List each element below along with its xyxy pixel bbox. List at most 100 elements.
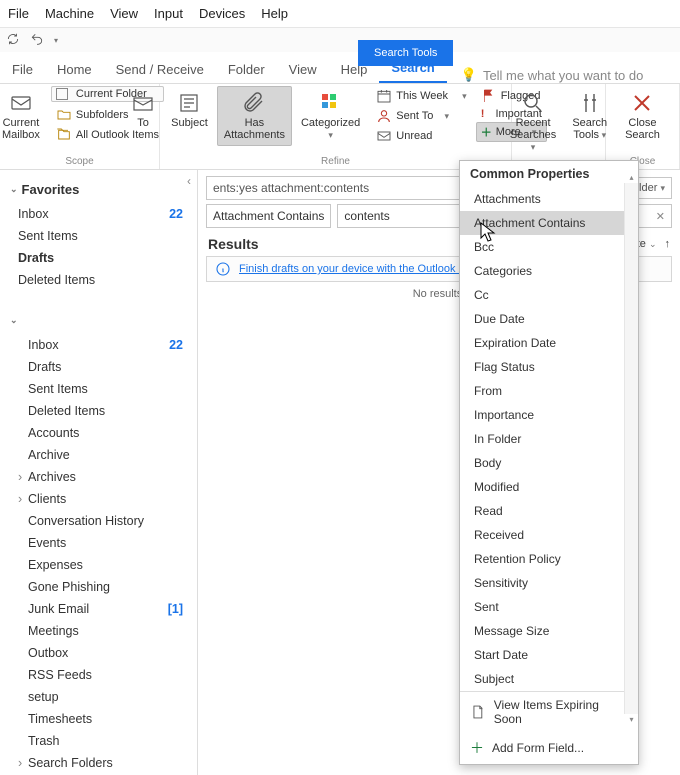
nav-favorite-item[interactable]: Deleted Items [0,269,197,291]
nav-folder-item[interactable]: Archive [0,444,197,466]
popup-property-item[interactable]: Body [460,451,638,475]
tell-me-box[interactable]: 💡 Tell me what you want to do [461,67,644,83]
popup-property-item[interactable]: Message Size [460,619,638,643]
tab-folder[interactable]: Folder [216,56,277,83]
nav-folder-item[interactable]: RSS Feeds [0,664,197,686]
nav-folder-item[interactable]: Timesheets [0,708,197,730]
nav-folder-item[interactable]: Deleted Items [0,400,197,422]
popup-property-item[interactable]: Attachments [460,187,638,211]
popup-property-item[interactable]: Categories [460,259,638,283]
recent-searches-button[interactable]: Recent Searches ▾ [503,86,563,158]
popup-property-item[interactable]: Read [460,499,638,523]
categorized-button[interactable]: Categorized▾ [294,86,367,146]
popup-property-item[interactable]: Modified [460,475,638,499]
popup-property-item[interactable]: Importance [460,403,638,427]
group-label-refine: Refine [164,156,507,169]
popup-property-item[interactable]: Flag Status [460,355,638,379]
popup-property-item[interactable]: Due Date [460,307,638,331]
info-icon [215,261,231,277]
popup-property-item[interactable]: Sensitivity [460,571,638,595]
sort-direction-button[interactable]: ↑ [665,238,671,250]
menu-input[interactable]: Input [154,6,183,21]
subject-button[interactable]: Subject [164,86,215,134]
nav-folder-item[interactable]: Junk Email[1] [0,598,197,620]
group-label-scope: Scope [4,156,155,169]
info-bar-link[interactable]: Finish drafts on your device with the Ou… [239,263,477,275]
account-header[interactable]: ⌄ [0,307,197,334]
tab-home[interactable]: Home [45,56,104,83]
popup-property-item[interactable]: From [460,379,638,403]
view-items-expiring-button[interactable]: View Items Expiring Soon [460,692,638,732]
tab-file[interactable]: File [0,56,45,83]
popup-property-item[interactable]: Bcc [460,235,638,259]
lightbulb-icon: 💡 [461,67,477,83]
results-title: Results [208,236,259,252]
menu-devices[interactable]: Devices [199,6,245,21]
mailbox-icon [9,91,33,115]
menu-view[interactable]: View [110,6,138,21]
ribbon-tabstrip: File Home Send / Receive Folder View Hel… [0,52,680,84]
sent-to-button[interactable]: Sent To ▾ [371,106,471,126]
nav-folder-item[interactable]: setup [0,686,197,708]
nav-favorite-item[interactable]: Sent Items [0,225,197,247]
nav-folder-item[interactable]: Meetings [0,620,197,642]
favorites-header[interactable]: ⌄ Favorites [0,176,197,203]
nav-folder-item[interactable]: ›Search Folders [0,752,197,774]
popup-header: Common Properties [460,161,638,187]
popup-property-item[interactable]: Received [460,523,638,547]
add-form-field-button[interactable]: ＋ Add Form Field... [460,732,638,764]
nav-folder-item[interactable]: ›Clients [0,488,197,510]
this-week-button[interactable]: This Week ▾ [371,86,471,106]
popup-property-item[interactable]: Sent [460,595,638,619]
qat-dropdown-icon[interactable]: ▾ [54,36,58,45]
collapse-pane-icon[interactable]: ‹ [187,174,191,188]
popup-property-item[interactable]: Start Date [460,643,638,667]
person-icon [376,108,392,124]
tab-send-receive[interactable]: Send / Receive [104,56,216,83]
tab-view[interactable]: View [277,56,329,83]
popup-property-item[interactable]: Expiration Date [460,331,638,355]
menu-file[interactable]: File [8,6,29,21]
nav-folder-item[interactable]: Expenses [0,554,197,576]
important-icon: ! [481,108,485,120]
nav-folder-item[interactable]: ›Archives [0,466,197,488]
tell-me-placeholder: Tell me what you want to do [483,68,643,83]
nav-folder-item[interactable]: Outbox [0,642,197,664]
to-button[interactable]: To [124,86,162,134]
unread-button[interactable]: Unread [371,126,471,146]
popup-property-item[interactable]: Subject [460,667,638,691]
popup-property-item[interactable]: In Folder [460,427,638,451]
popup-property-item[interactable]: Attachment Contains [460,211,638,235]
menu-help[interactable]: Help [261,6,288,21]
nav-folder-item[interactable]: Sent Items [0,378,197,400]
close-search-button[interactable]: Close Search [618,86,667,146]
nav-folder-item[interactable]: Trash [0,730,197,752]
nav-folder-item[interactable]: Gone Phishing [0,576,197,598]
categories-icon [319,91,343,115]
has-attachments-button[interactable]: Has Attachments [217,86,292,146]
popup-property-item[interactable]: Cc [460,283,638,307]
clear-filter-icon[interactable]: ✕ [656,210,665,223]
wrench-icon [578,91,602,115]
current-mailbox-button[interactable]: Current Mailbox [0,86,47,146]
nav-favorite-item[interactable]: Inbox22 [0,203,197,225]
filter-label: Attachment Contains [206,204,331,228]
menu-machine[interactable]: Machine [45,6,94,21]
sync-icon[interactable] [6,32,20,49]
nav-folder-item[interactable]: Conversation History [0,510,197,532]
chevron-down-icon: ⌄ [10,184,18,195]
nav-folder-item[interactable]: Accounts [0,422,197,444]
nav-folder-item[interactable]: Inbox22 [0,334,197,356]
popup-scrollbar[interactable]: ▴ ▾ [624,183,638,714]
folder-pane: ‹ ⌄ Favorites Inbox22Sent ItemsDraftsDel… [0,170,198,775]
paperclip-icon [242,91,266,115]
plus-icon: ＋ [470,738,484,758]
subject-icon [177,91,201,115]
nav-favorite-item[interactable]: Drafts [0,247,197,269]
popup-property-item[interactable]: Retention Policy [460,547,638,571]
plus-icon: ＋ [481,124,492,140]
nav-folder-item[interactable]: Events [0,532,197,554]
nav-folder-item[interactable]: Drafts [0,356,197,378]
undo-icon[interactable] [30,32,44,49]
ribbon-group-close: Close Search Close [606,84,680,169]
